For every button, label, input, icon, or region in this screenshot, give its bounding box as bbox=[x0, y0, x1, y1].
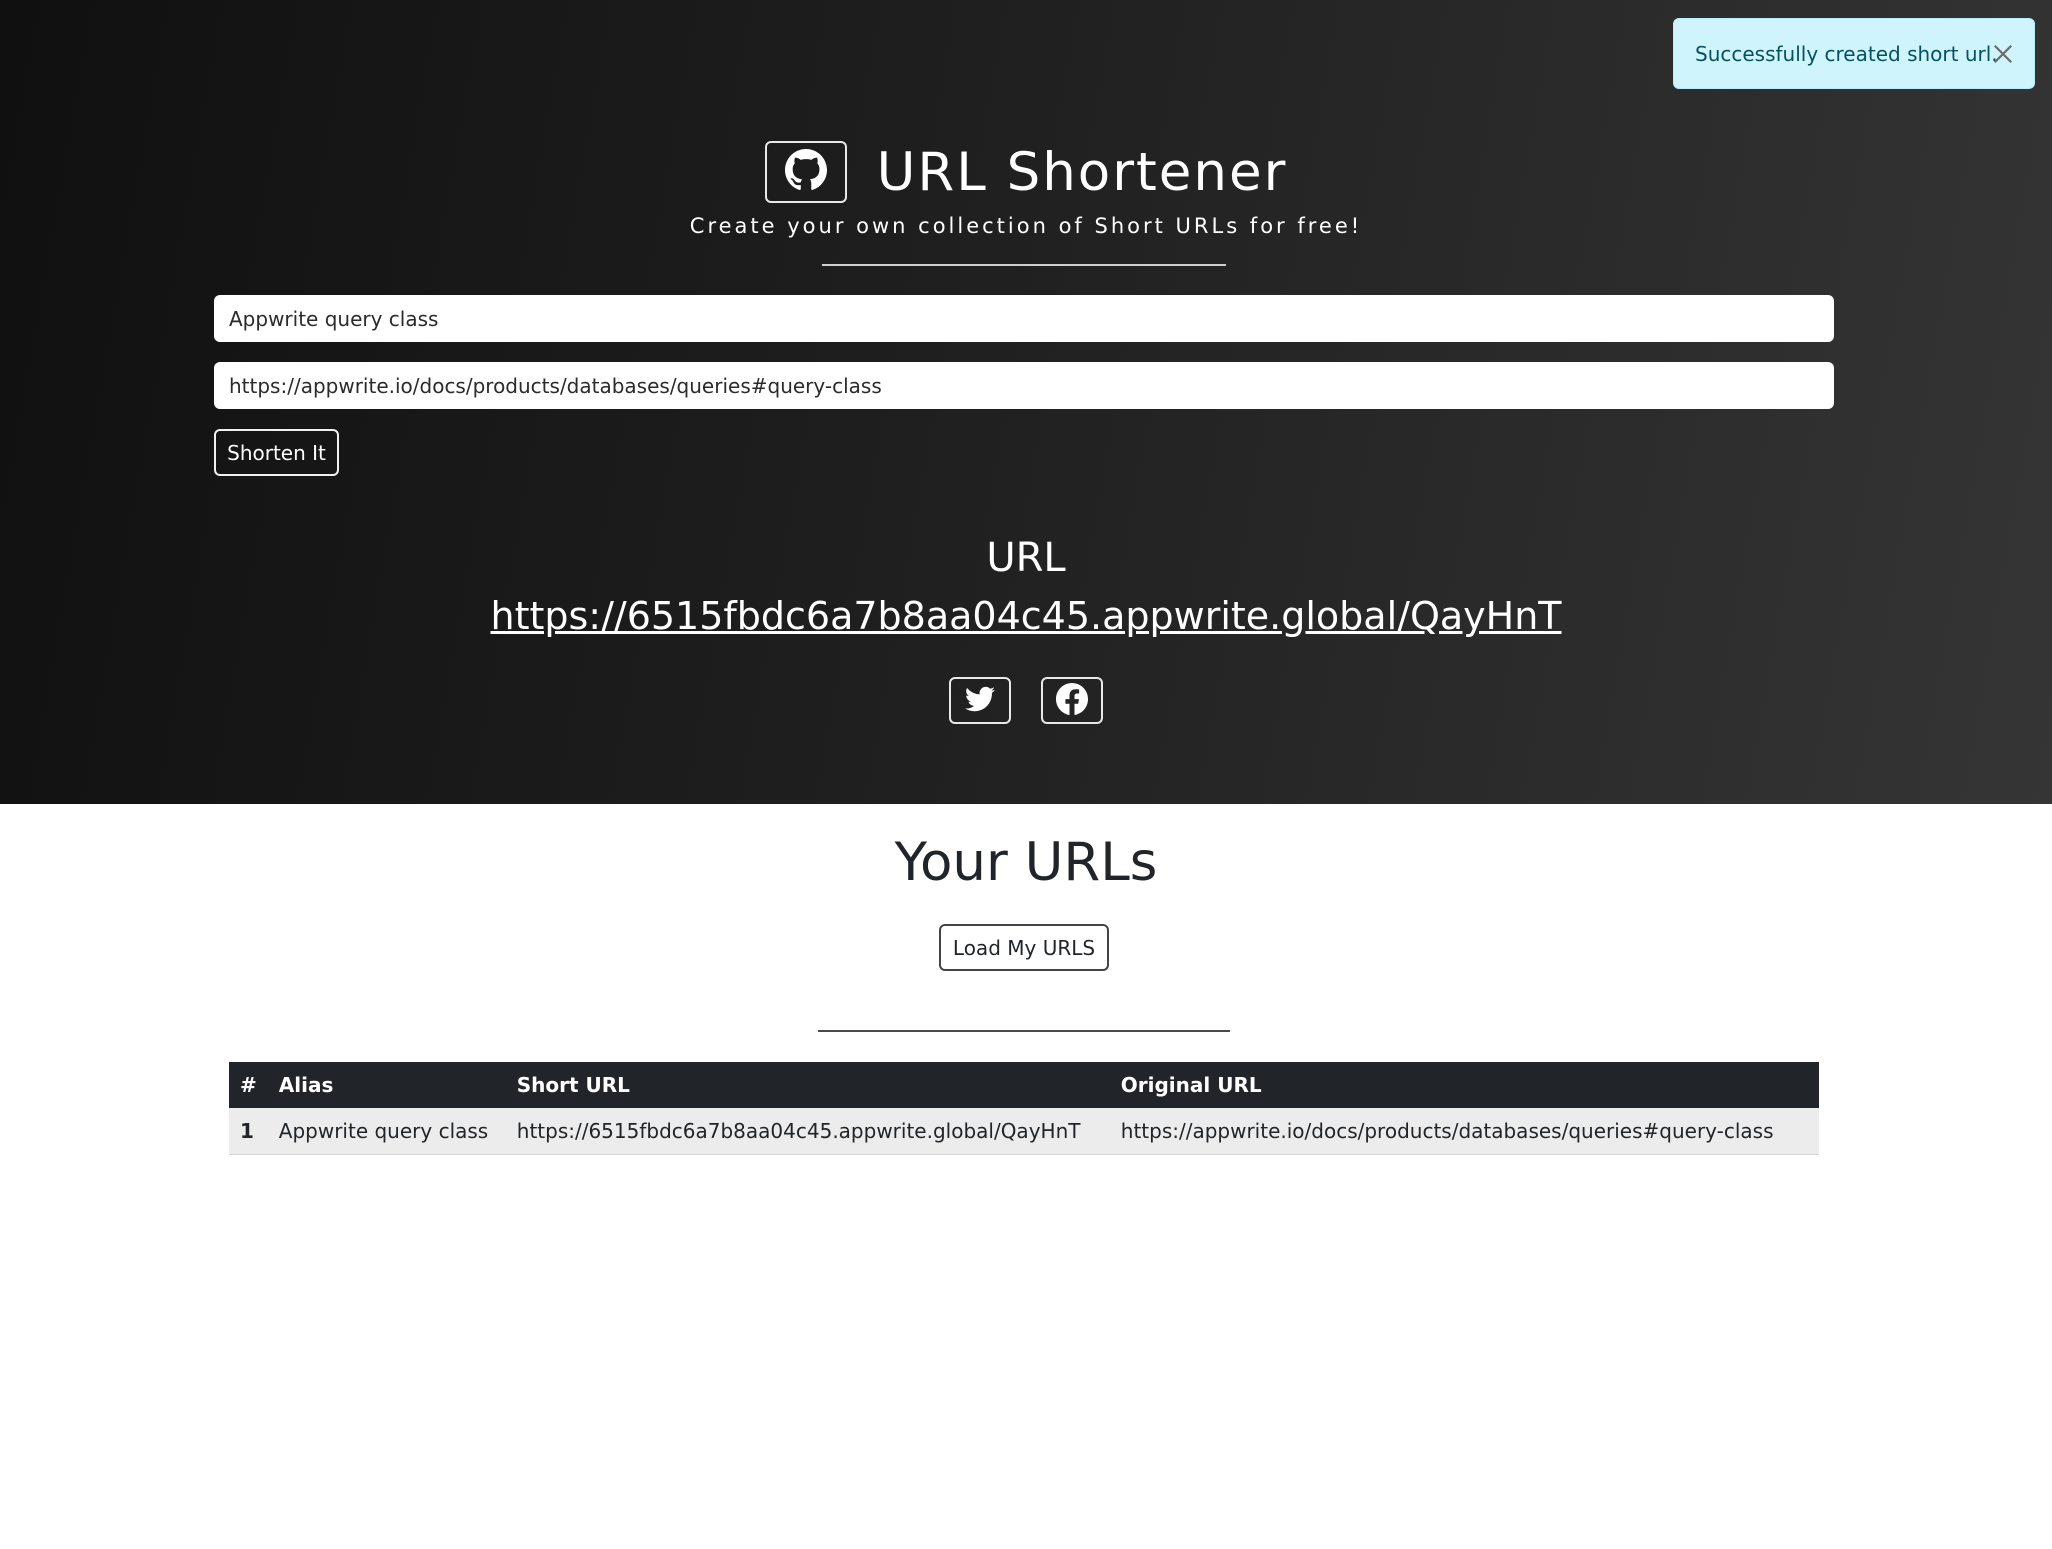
close-icon[interactable] bbox=[1990, 41, 2016, 67]
alias-input[interactable]: Appwrite query class bbox=[214, 295, 1834, 342]
share-row bbox=[0, 677, 2052, 724]
hero-section: URL Shortener Create your own collection… bbox=[0, 0, 2052, 804]
divider bbox=[818, 1030, 1230, 1032]
col-original-url: Original URL bbox=[1120, 1073, 1262, 1097]
row-short-url: https://6515fbdc6a7b8aa04c45.appwrite.gl… bbox=[505, 1108, 1110, 1155]
subtitle: Create your own collection of Short URLs… bbox=[689, 214, 1363, 238]
result-label: URL bbox=[986, 535, 1066, 581]
load-urls-button[interactable]: Load My URLS bbox=[939, 924, 1109, 971]
table-row: 1 Appwrite query class https://6515fbdc6… bbox=[229, 1108, 1819, 1155]
row-original-url: https://appwrite.io/docs/products/databa… bbox=[1109, 1108, 1819, 1155]
urls-table: # Alias Short URL Original URL 1 Appwrit… bbox=[229, 1062, 1819, 1155]
your-urls-title: Your URLs bbox=[894, 832, 1158, 893]
facebook-icon bbox=[1056, 682, 1088, 719]
col-number: # bbox=[240, 1073, 257, 1097]
app-title: URL Shortener bbox=[876, 141, 1288, 203]
title-row: URL Shortener bbox=[0, 141, 2052, 203]
short-url-link[interactable]: https://6515fbdc6a7b8aa04c45.appwrite.gl… bbox=[0, 594, 2052, 638]
row-alias: Appwrite query class bbox=[267, 1108, 506, 1155]
share-twitter-button[interactable] bbox=[949, 677, 1011, 724]
col-alias: Alias bbox=[278, 1073, 334, 1097]
divider bbox=[822, 264, 1226, 266]
row-number: 1 bbox=[229, 1108, 268, 1155]
success-toast: Successfully created short url. bbox=[1673, 18, 2035, 89]
share-facebook-button[interactable] bbox=[1041, 677, 1103, 724]
github-icon bbox=[784, 149, 827, 195]
shorten-button[interactable]: Shorten It bbox=[214, 429, 339, 476]
url-input[interactable]: https://appwrite.io/docs/products/databa… bbox=[214, 362, 1834, 409]
toast-message: Successfully created short url. bbox=[1695, 41, 1998, 66]
twitter-icon bbox=[965, 684, 995, 718]
table-header-row: # Alias Short URL Original URL bbox=[229, 1062, 1819, 1108]
github-button[interactable] bbox=[764, 141, 847, 203]
col-short-url: Short URL bbox=[516, 1073, 630, 1097]
